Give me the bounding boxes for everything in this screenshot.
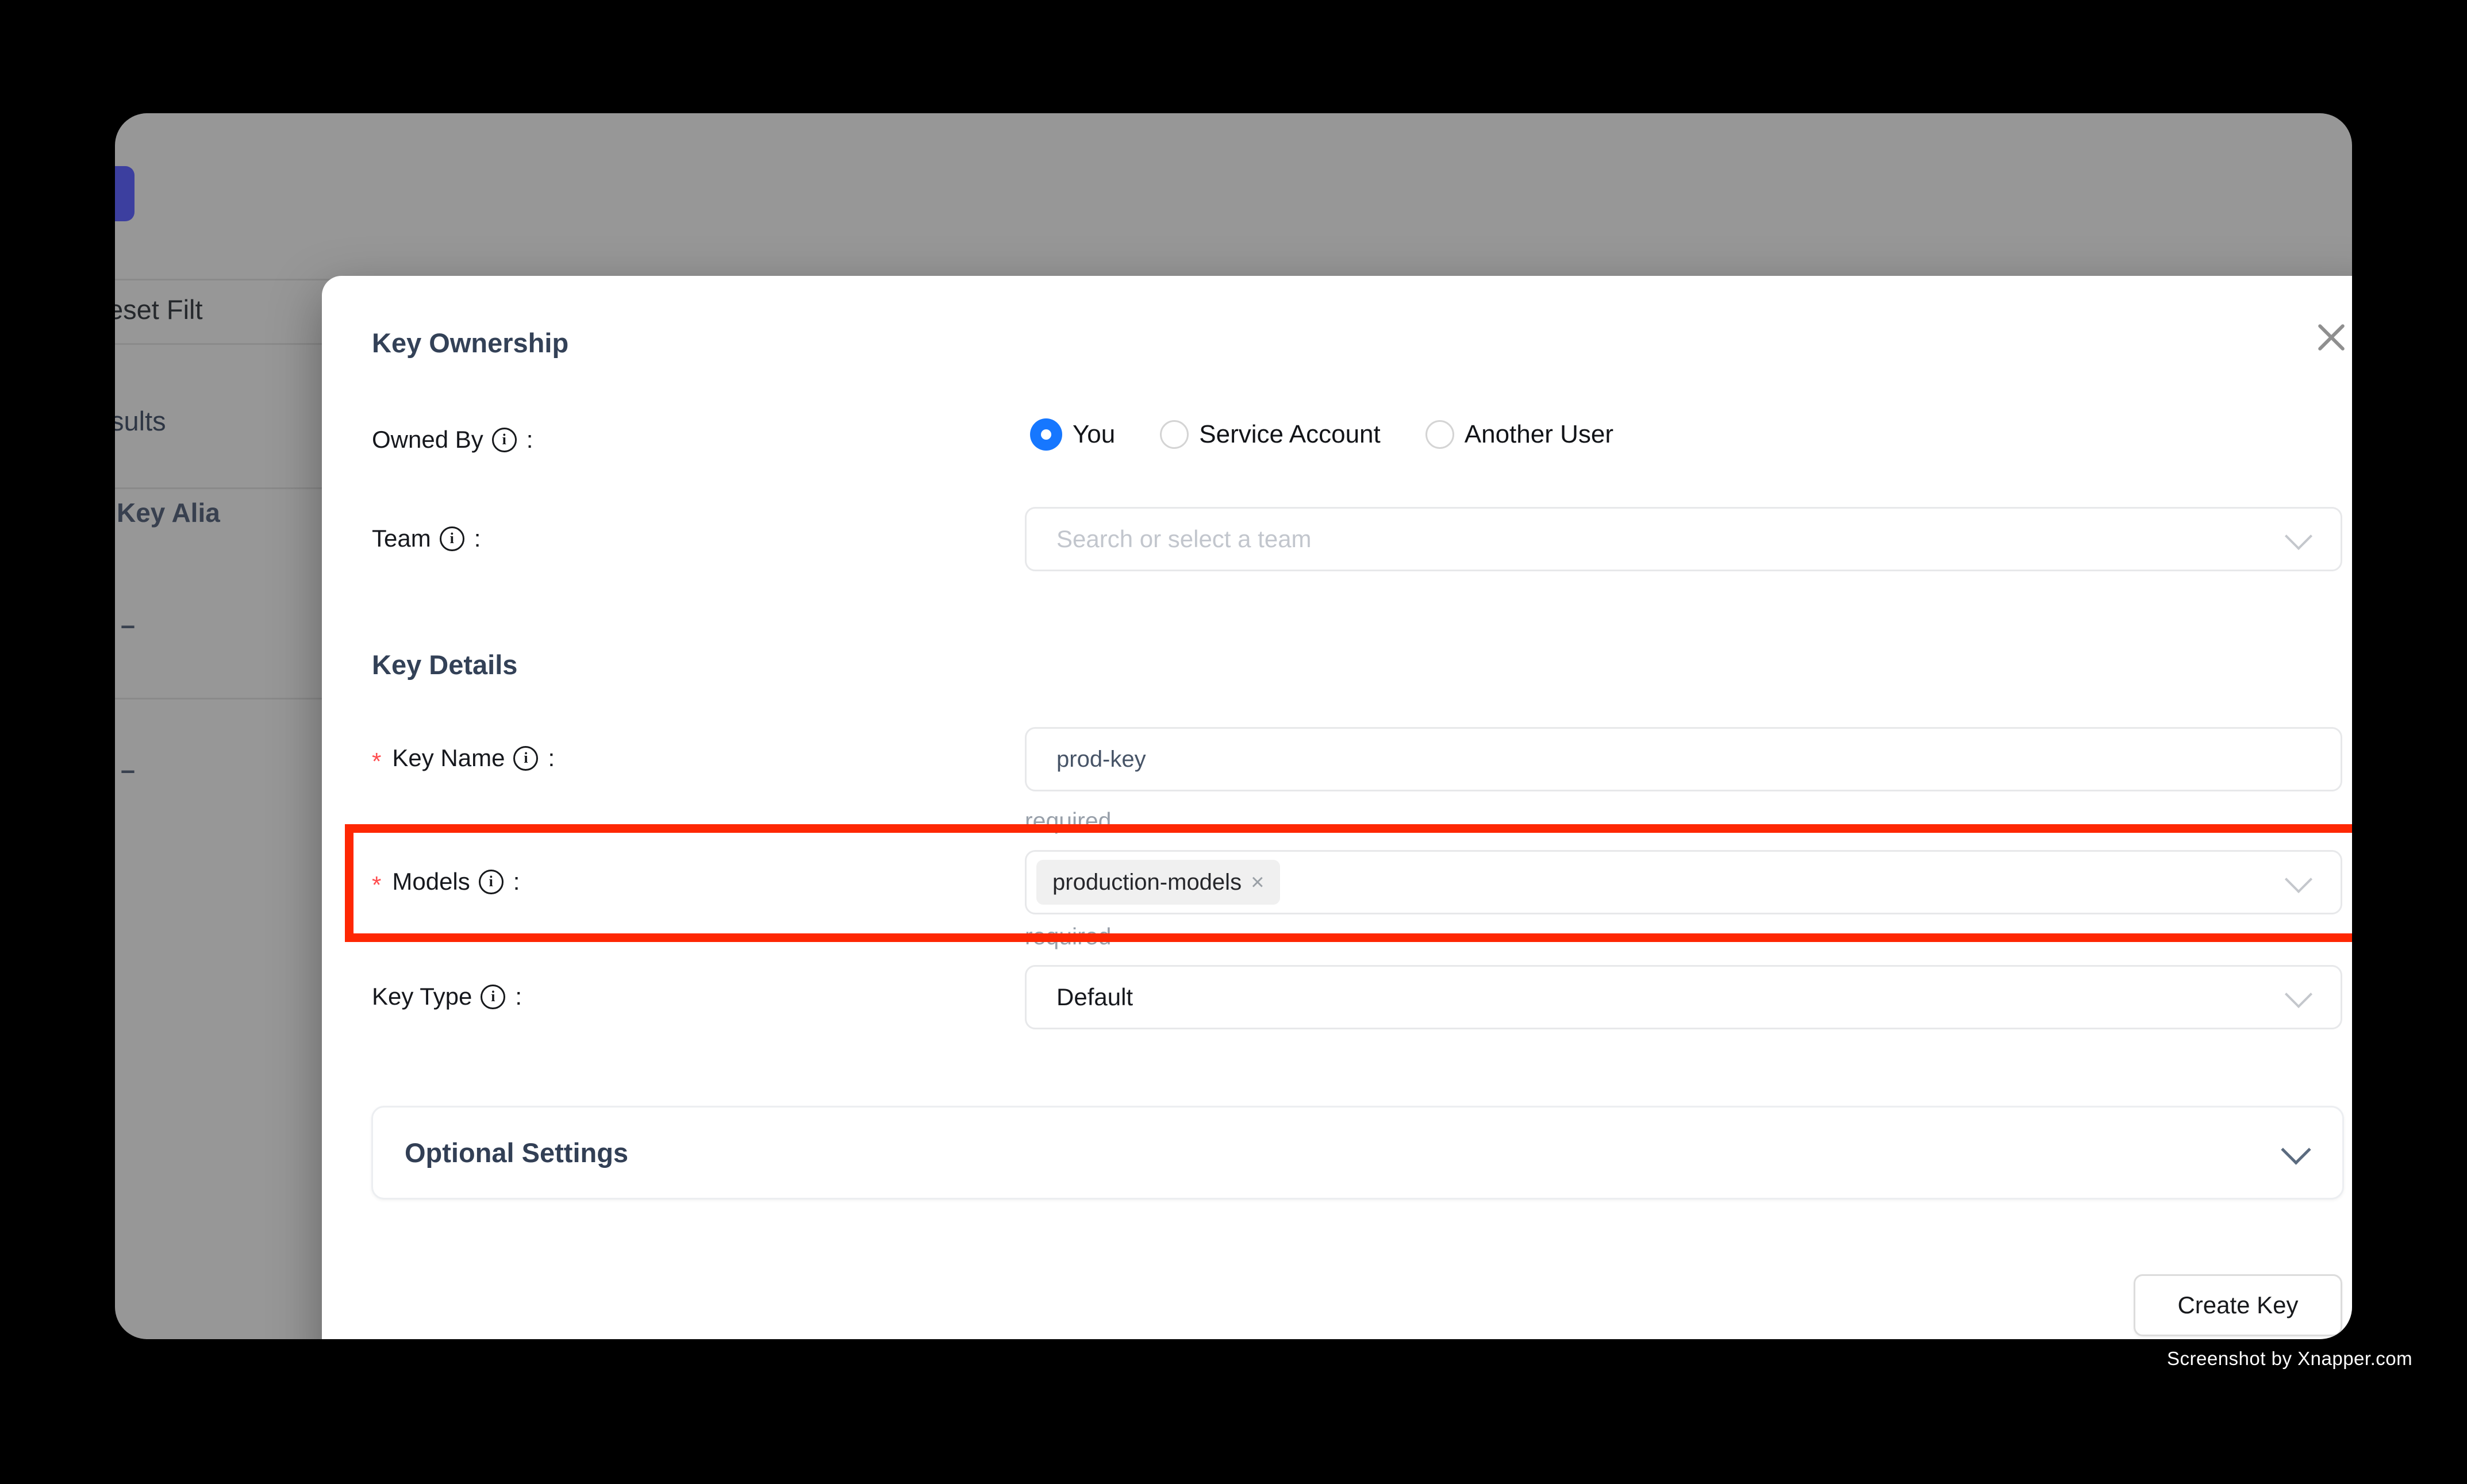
radio-unselected-icon[interactable]: [1425, 420, 1454, 449]
info-icon: i: [440, 526, 464, 551]
team-select[interactable]: Search or select a team: [1025, 507, 2342, 571]
info-icon: i: [479, 870, 504, 894]
key-type-value: Default: [1056, 983, 1133, 1011]
radio-you[interactable]: You: [1030, 418, 1115, 451]
optional-settings-toggle[interactable]: Optional Settings: [371, 1106, 2344, 1199]
info-icon: i: [492, 428, 517, 452]
create-key-button[interactable]: Create Key: [2134, 1274, 2342, 1336]
dimmed-app-backdrop: eset Filt sults Key Alia Up – 11/ – 11/ …: [115, 113, 2352, 1339]
radio-selected-icon[interactable]: [1030, 418, 1062, 451]
key-name-label: * Key Name i :: [372, 745, 555, 771]
modal-title: Key Ownership: [372, 329, 568, 357]
owned-by-label: Owned By i :: [372, 426, 533, 453]
close-icon[interactable]: [2314, 321, 2347, 354]
colon: :: [515, 983, 522, 1010]
radio-service-account[interactable]: Service Account: [1160, 420, 1381, 449]
team-select-placeholder: Search or select a team: [1056, 525, 1312, 553]
results-count-fragment: sults: [115, 407, 166, 435]
models-required-message: required: [1025, 923, 1111, 950]
key-name-input[interactable]: prod-key: [1025, 727, 2342, 791]
model-tag[interactable]: production-models ×: [1036, 860, 1280, 905]
key-name-required-message: required: [1025, 808, 1111, 835]
tag-remove-icon[interactable]: ×: [1251, 870, 1264, 895]
info-icon: i: [513, 746, 538, 771]
colon: :: [548, 745, 555, 771]
xnapper-watermark: Screenshot by Xnapper.com: [2167, 1347, 2412, 1370]
colon: :: [527, 426, 533, 453]
radio-another-user[interactable]: Another User: [1425, 420, 1613, 449]
chevron-down-icon: [2285, 981, 2312, 1008]
model-tag-text: production-models: [1052, 870, 1242, 895]
models-label: * Models i :: [372, 868, 520, 895]
screenshot-canvas: eset Filt sults Key Alia Up – 11/ – 11/ …: [0, 0, 2467, 1484]
required-asterisk: *: [372, 748, 381, 775]
chevron-down-icon: [2281, 1135, 2311, 1164]
radio-service-account-label: Service Account: [1199, 420, 1381, 449]
key-type-select[interactable]: Default: [1025, 965, 2342, 1029]
key-type-label: Key Type i :: [372, 983, 522, 1010]
models-label-text: Models: [392, 868, 470, 895]
info-icon: i: [481, 985, 505, 1009]
create-key-modal: Key Ownership Owned By i : You Service A…: [322, 276, 2352, 1339]
create-key-button-fragment: [115, 166, 135, 221]
optional-settings-label: Optional Settings: [405, 1137, 628, 1168]
owned-by-label-text: Owned By: [372, 426, 483, 453]
radio-you-label: You: [1073, 420, 1115, 449]
reset-filters-fragment: eset Filt: [115, 296, 203, 323]
colon: :: [474, 525, 481, 552]
key-name-value: prod-key: [1056, 747, 1146, 772]
radio-another-user-label: Another User: [1465, 420, 1613, 449]
key-type-label-text: Key Type: [372, 983, 472, 1010]
radio-unselected-icon[interactable]: [1160, 420, 1189, 449]
team-label: Team i :: [372, 525, 481, 552]
chevron-down-icon: [2285, 522, 2312, 550]
key-name-label-text: Key Name: [392, 745, 505, 771]
column-header-key-alias: Key Alia: [117, 499, 220, 526]
chevron-down-icon: [2285, 866, 2312, 893]
required-asterisk: *: [372, 872, 381, 898]
models-select[interactable]: production-models ×: [1025, 850, 2342, 914]
team-label-text: Team: [372, 525, 431, 552]
table-row: –: [121, 757, 135, 783]
key-details-heading: Key Details: [372, 651, 517, 679]
owned-by-radio-group: You Service Account Another User: [1030, 418, 1613, 451]
table-row: –: [121, 612, 135, 639]
colon: :: [513, 868, 520, 895]
